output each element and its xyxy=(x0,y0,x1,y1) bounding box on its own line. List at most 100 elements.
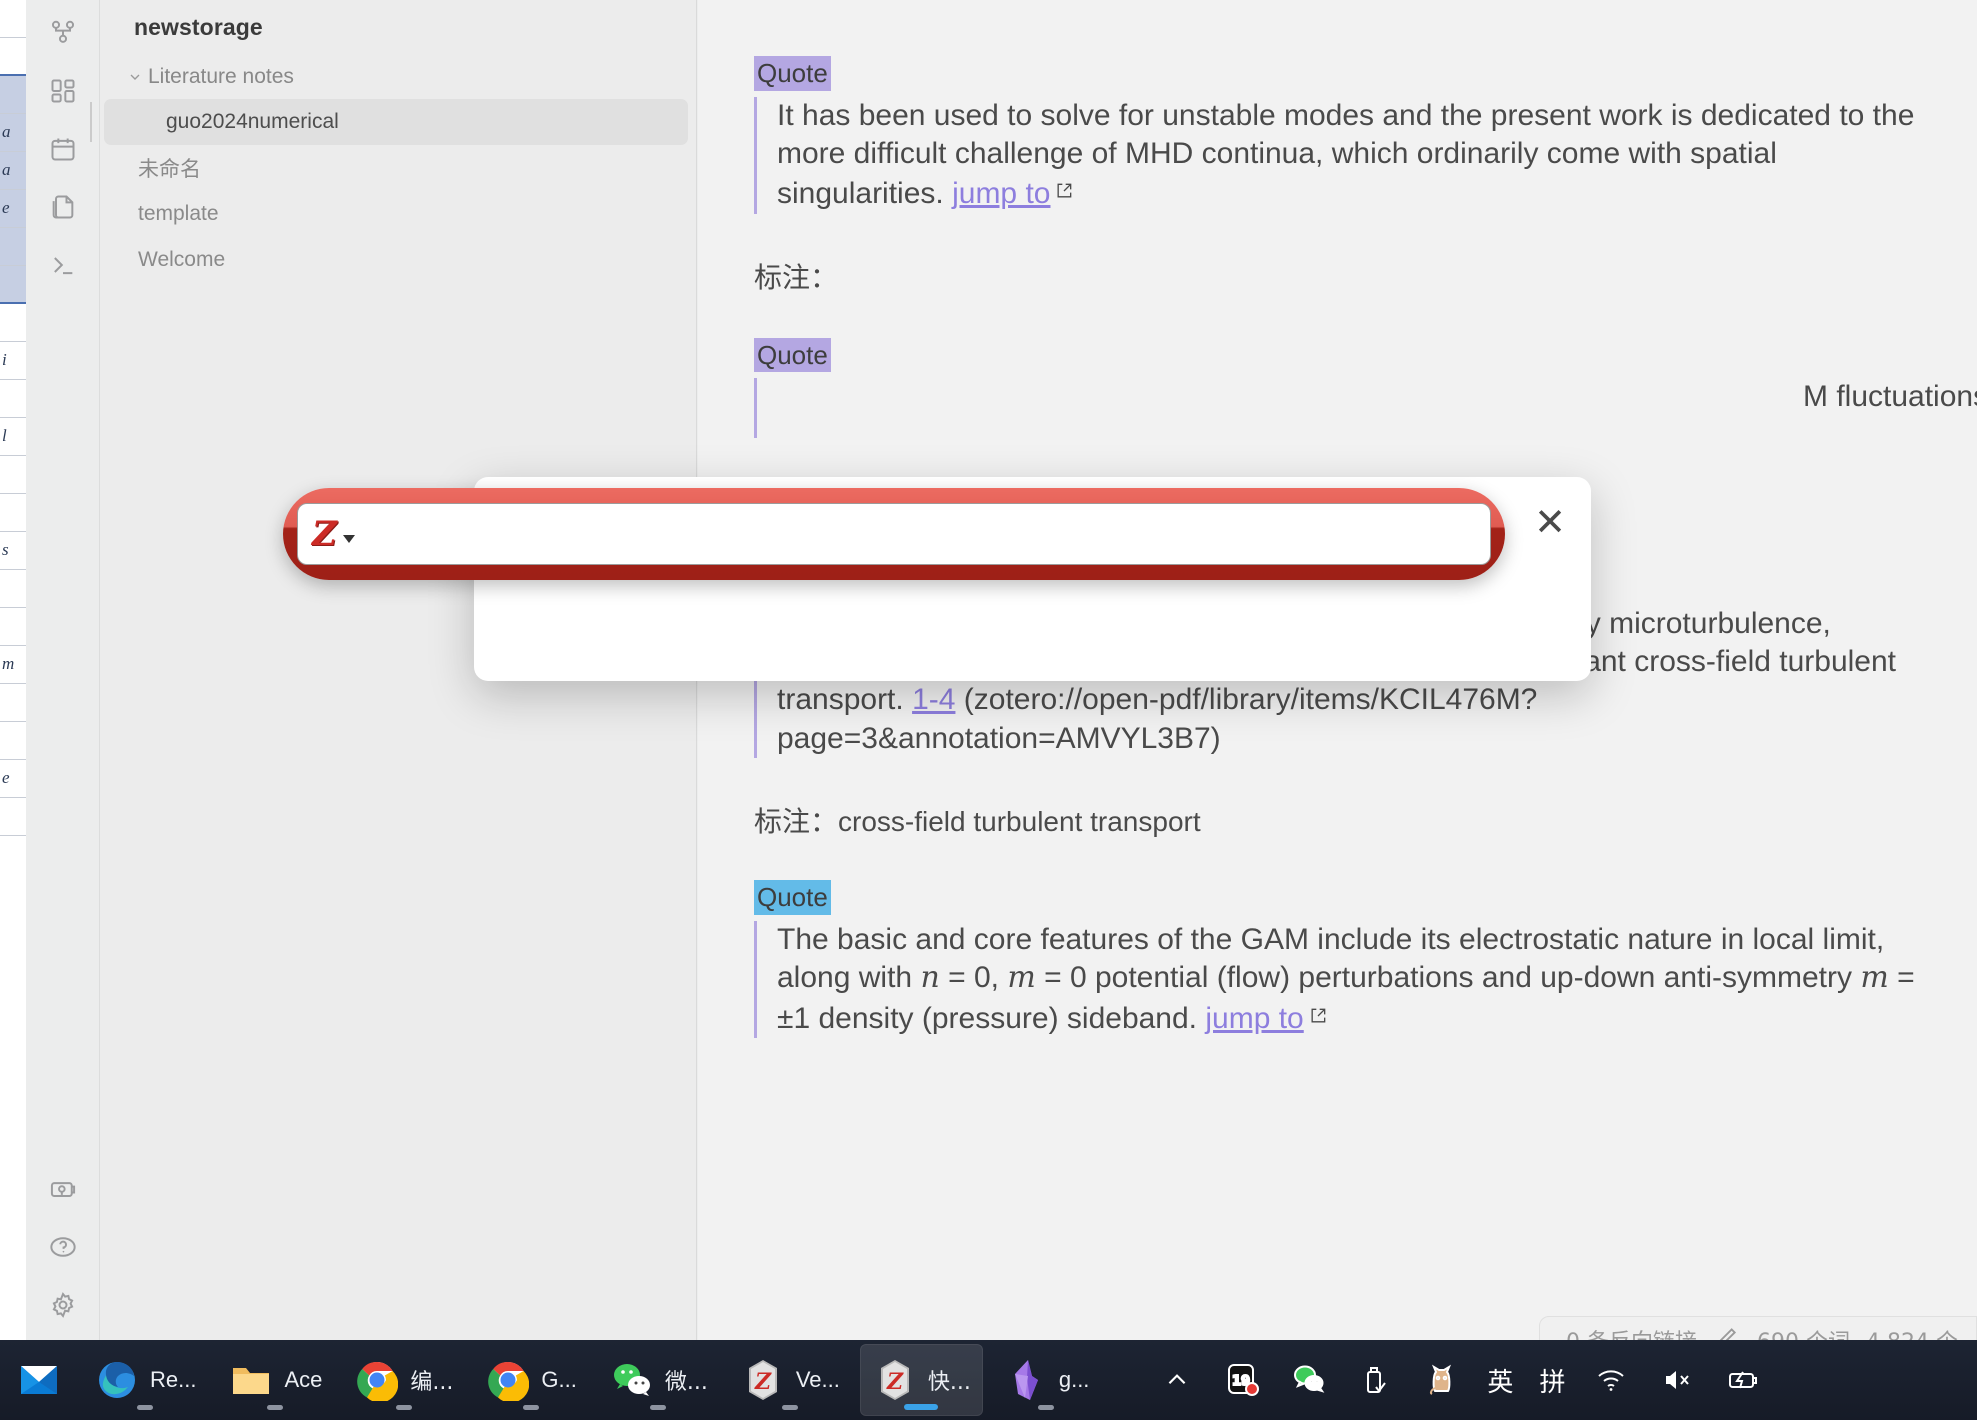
folder-label: Literature notes xyxy=(148,65,294,89)
taskbar-item-label: Re... xyxy=(150,1367,196,1393)
citation-link[interactable]: 1-4 xyxy=(912,683,955,716)
zotero-logo-icon[interactable]: Z xyxy=(312,517,337,551)
taskbar-item-label: 微... xyxy=(665,1364,708,1396)
taskbar-item-folder[interactable]: Ace xyxy=(216,1344,334,1416)
file-label: template xyxy=(138,202,219,226)
file-label: Welcome xyxy=(138,248,225,272)
taskbar-item-zotero-2-active[interactable]: Z 快... xyxy=(860,1344,983,1416)
sidebar-file-untitled[interactable]: 未命名 xyxy=(104,145,688,191)
external-link-icon[interactable] xyxy=(1308,998,1328,1018)
bg-row: e xyxy=(0,760,26,798)
mail-icon xyxy=(16,1357,62,1403)
canvas-icon[interactable] xyxy=(26,66,100,116)
chevron-down-icon[interactable] xyxy=(122,64,148,90)
external-link-icon[interactable] xyxy=(1054,173,1074,193)
volume-muted-icon[interactable] xyxy=(1657,1360,1697,1400)
bg-row xyxy=(0,684,26,722)
calendar-icon[interactable] xyxy=(26,124,100,174)
copy-files-icon[interactable] xyxy=(26,182,100,232)
zotero-search-input[interactable]: Z xyxy=(297,503,1491,565)
bg-row: l xyxy=(0,418,26,456)
close-icon[interactable]: ✕ xyxy=(1528,500,1572,544)
running-indicator xyxy=(137,1405,153,1410)
sidebar-file-guo2024numerical[interactable]: guo2024numerical xyxy=(104,99,688,145)
background-window-sliver: a a e i l s m e xyxy=(0,0,26,1340)
running-indicator xyxy=(523,1405,539,1410)
bg-row xyxy=(0,76,26,114)
show-hidden-icons-chevron-icon[interactable] xyxy=(1157,1360,1197,1400)
running-indicator xyxy=(267,1405,283,1410)
vault-switcher-icon[interactable] xyxy=(26,1164,100,1214)
taskbar-item-chrome-1[interactable]: 编... xyxy=(342,1344,465,1416)
jump-to-link[interactable]: jump to xyxy=(1205,1002,1303,1035)
graph-view-icon[interactable] xyxy=(26,8,100,58)
math-var-n: n xyxy=(920,960,939,995)
bg-row xyxy=(0,798,26,836)
bg-row xyxy=(0,456,26,494)
taskbar-item-obsidian[interactable]: g... xyxy=(991,1344,1102,1416)
bg-row xyxy=(0,494,26,532)
taskbar-item-wechat[interactable]: 微... xyxy=(597,1344,720,1416)
jump-to-link[interactable]: jump to xyxy=(952,177,1050,210)
bg-row xyxy=(0,380,26,418)
taskbar-item-zotero-1[interactable]: Z Ve... xyxy=(728,1344,852,1416)
bg-row xyxy=(0,266,26,304)
calendar-notification-icon[interactable]: 19 xyxy=(1223,1360,1263,1400)
wechat-tray-icon[interactable] xyxy=(1289,1360,1329,1400)
bg-row: i xyxy=(0,342,26,380)
quote-body-text: = 0, xyxy=(940,961,1008,994)
edge-icon xyxy=(94,1357,140,1403)
annotation-line-2: 标注：cross-field turbulent transport xyxy=(754,800,1923,840)
math-var-m: m xyxy=(1007,960,1035,995)
taskbar-item-label: g... xyxy=(1059,1367,1090,1393)
windows-taskbar: Re... Ace 编... G... 微... Z Ve... xyxy=(0,1340,1977,1420)
sidebar-file-welcome[interactable]: Welcome xyxy=(104,237,688,283)
svg-text:Z: Z xyxy=(754,1369,772,1395)
quote-text: M fluctuations in regions xyxy=(754,378,1923,438)
quote-block-1: Quote It has been used to solve for unst… xyxy=(754,56,1923,214)
bg-row: e xyxy=(0,190,26,228)
annotation-prefix: 标注： xyxy=(754,261,838,294)
quote-block-4: Quote The basic and core features of the… xyxy=(754,880,1923,1038)
vault-title[interactable]: newstorage xyxy=(100,4,696,55)
help-icon[interactable] xyxy=(26,1222,100,1272)
math-var-m: m xyxy=(1860,960,1888,995)
quote-label: Quote xyxy=(754,880,831,915)
quote-label: Quote xyxy=(754,338,831,373)
bg-row: a xyxy=(0,152,26,190)
zotero-quick-search-bar[interactable]: Z xyxy=(283,488,1505,580)
chrome-icon xyxy=(485,1357,531,1403)
quote-body-text: = 0 potential (flow) perturbations and u… xyxy=(1036,961,1861,994)
chevron-down-icon[interactable] xyxy=(343,535,355,543)
safely-remove-usb-icon[interactable] xyxy=(1355,1360,1395,1400)
running-indicator xyxy=(396,1405,412,1410)
taskbar-item-mail[interactable] xyxy=(4,1344,74,1416)
file-label: 未命名 xyxy=(138,153,201,183)
sidebar-folder-literature-notes[interactable]: Literature notes xyxy=(100,55,696,99)
sidebar-file-template[interactable]: template xyxy=(104,191,688,237)
settings-gear-icon[interactable] xyxy=(26,1280,100,1330)
quote-text: It has been used to solve for unstable m… xyxy=(754,97,1923,214)
terminal-icon[interactable] xyxy=(26,240,100,290)
chrome-icon xyxy=(354,1357,400,1403)
ime-pinyin-icon[interactable]: 拼 xyxy=(1539,1362,1565,1399)
taskbar-item-label: 编... xyxy=(410,1364,453,1396)
running-indicator xyxy=(1038,1405,1054,1410)
taskbar-item-edge[interactable]: Re... xyxy=(82,1344,208,1416)
cat-app-tray-icon[interactable] xyxy=(1421,1360,1461,1400)
taskbar-item-label: G... xyxy=(541,1367,576,1393)
bg-row xyxy=(0,608,26,646)
running-indicator xyxy=(904,1404,938,1410)
bg-row xyxy=(0,38,26,76)
annotation-prefix: 标注： xyxy=(754,805,838,838)
battery-icon[interactable] xyxy=(1723,1360,1763,1400)
bg-row xyxy=(0,722,26,760)
wifi-icon[interactable] xyxy=(1591,1360,1631,1400)
quote-block-2: Quote M fluctuations in regions xyxy=(754,338,1923,439)
zotero-icon: Z xyxy=(740,1357,786,1403)
running-indicator xyxy=(782,1405,798,1410)
system-tray: 19 英 拼 xyxy=(1157,1360,1763,1400)
taskbar-item-chrome-2[interactable]: G... xyxy=(473,1344,588,1416)
ime-english-icon[interactable]: 英 xyxy=(1487,1362,1513,1399)
quote-text: The basic and core features of the GAM i… xyxy=(754,921,1923,1038)
